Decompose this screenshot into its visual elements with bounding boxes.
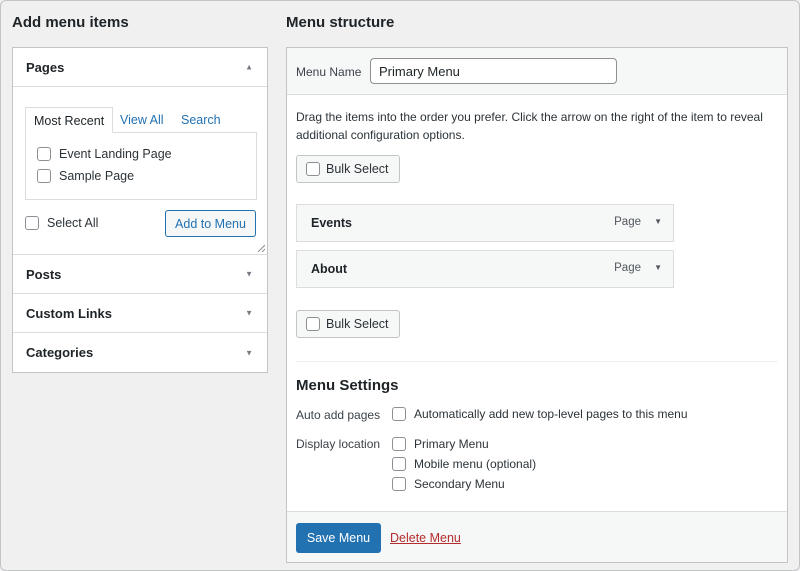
arrow-down-icon[interactable]: ▼ xyxy=(654,263,662,272)
page-item-label: Event Landing Page xyxy=(59,147,172,161)
accordion-custom-links-label: Custom Links xyxy=(26,305,112,321)
location-primary[interactable]: Primary Menu xyxy=(392,437,489,451)
checkbox[interactable] xyxy=(306,162,320,176)
bulk-select-label: Bulk Select xyxy=(326,317,389,331)
checkbox[interactable] xyxy=(392,457,406,471)
display-location-label: Display location xyxy=(296,437,381,451)
page-item-label: Sample Page xyxy=(59,169,135,183)
pages-panel-body: Most Recent View All Search Event Landin… xyxy=(13,87,267,255)
menu-name-input[interactable]: Primary Menu xyxy=(370,58,617,84)
add-menu-items-panel: Pages ▲ Most Recent View All Search Even… xyxy=(12,47,268,373)
arrow-down-icon: ▼ xyxy=(245,348,253,357)
location-label: Mobile menu (optional) xyxy=(414,457,537,471)
menu-item-type: Page xyxy=(614,262,641,274)
page-item[interactable]: Sample Page xyxy=(37,169,134,183)
arrow-down-icon: ▼ xyxy=(245,269,253,279)
menu-item-type: Page xyxy=(614,216,641,228)
checkbox[interactable] xyxy=(37,169,51,183)
checkbox[interactable] xyxy=(392,477,406,491)
page-item[interactable]: Event Landing Page xyxy=(37,147,172,161)
select-all-label: Select All xyxy=(47,216,99,230)
checkbox[interactable] xyxy=(306,317,320,331)
menu-item-title: Events xyxy=(311,216,352,230)
menu-footer: Save Menu Delete Menu xyxy=(287,511,787,562)
menu-item-events[interactable]: Events Page ▼ xyxy=(296,204,674,242)
menu-settings-title: Menu Settings xyxy=(296,377,399,394)
menu-name-bar: Menu Name Primary Menu xyxy=(287,48,787,95)
location-label: Primary Menu xyxy=(414,437,489,451)
pages-tabs: Most Recent View All Search xyxy=(25,107,269,133)
checkbox[interactable] xyxy=(37,147,51,161)
auto-add-label: Auto add pages xyxy=(296,408,381,422)
add-menu-items-title: Add menu items xyxy=(12,14,129,31)
resize-grip-icon[interactable] xyxy=(257,244,265,252)
accordion-categories-label: Categories xyxy=(26,345,94,360)
checkbox[interactable] xyxy=(392,437,406,451)
location-mobile[interactable]: Mobile menu (optional) xyxy=(392,457,536,471)
menu-name-label: Menu Name xyxy=(296,65,362,79)
menu-item-title: About xyxy=(311,262,348,276)
add-to-menu-button[interactable]: Add to Menu xyxy=(165,210,256,237)
tab-view-all[interactable]: View All xyxy=(120,107,164,133)
bulk-select-top[interactable]: Bulk Select xyxy=(296,155,400,183)
menu-structure-title: Menu structure xyxy=(286,14,395,31)
bulk-select-label: Bulk Select xyxy=(326,162,389,176)
most-recent-list: Event Landing Page Sample Page xyxy=(25,132,257,200)
arrow-down-icon[interactable]: ▼ xyxy=(654,217,662,226)
tab-most-recent[interactable]: Most Recent xyxy=(25,107,114,133)
arrow-up-icon: ▲ xyxy=(245,62,253,72)
instructions-text: Drag the items into the order you prefer… xyxy=(296,110,763,142)
menu-item-about[interactable]: About Page ▼ xyxy=(296,250,674,288)
location-label: Secondary Menu xyxy=(414,477,505,491)
divider xyxy=(296,361,778,362)
bulk-select-bottom[interactable]: Bulk Select xyxy=(296,310,400,338)
select-all[interactable]: Select All xyxy=(25,216,98,230)
auto-add-option[interactable]: Automatically add new top-level pages to… xyxy=(392,407,688,421)
checkbox[interactable] xyxy=(25,216,39,230)
accordion-posts-label: Posts xyxy=(26,266,62,282)
accordion-custom-links[interactable]: Custom Links ▼ xyxy=(13,294,267,333)
menu-structure-panel: Menu Name Primary Menu Drag the items in… xyxy=(286,47,788,563)
accordion-categories[interactable]: Categories ▼ xyxy=(13,333,267,372)
auto-add-option-label: Automatically add new top-level pages to… xyxy=(414,407,688,421)
accordion-posts[interactable]: Posts ▼ xyxy=(13,255,267,294)
checkbox[interactable] xyxy=(392,407,406,421)
save-menu-button[interactable]: Save Menu xyxy=(296,523,381,553)
delete-menu-link[interactable]: Delete Menu xyxy=(390,531,461,545)
tab-search[interactable]: Search xyxy=(181,107,221,133)
location-secondary[interactable]: Secondary Menu xyxy=(392,477,505,491)
accordion-pages-label: Pages xyxy=(26,59,65,75)
arrow-down-icon: ▼ xyxy=(245,308,253,318)
accordion-pages[interactable]: Pages ▲ xyxy=(13,48,267,87)
